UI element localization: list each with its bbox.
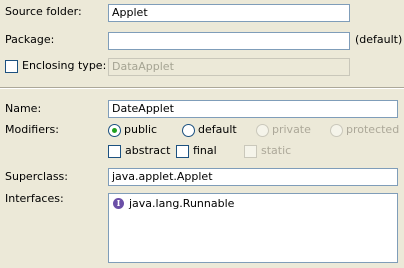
modifiers-label: Modifiers: xyxy=(5,123,59,136)
enclosing-type-input[interactable]: DataApplet xyxy=(108,58,350,76)
interface-name: java.lang.Runnable xyxy=(129,197,235,210)
final-checkbox[interactable] xyxy=(176,145,189,158)
package-default-text: (default) xyxy=(355,33,403,46)
public-label: public xyxy=(124,123,158,136)
abstract-checkbox[interactable] xyxy=(108,145,121,158)
protected-label: protected xyxy=(346,123,400,136)
interfaces-list[interactable]: I java.lang.Runnable xyxy=(108,193,398,263)
interfaces-label: Interfaces: xyxy=(5,192,64,205)
abstract-label: abstract xyxy=(125,144,171,157)
static-checkbox[interactable] xyxy=(244,145,257,158)
default-label: default xyxy=(198,123,237,136)
private-radio[interactable] xyxy=(256,124,269,137)
name-input[interactable]: DateApplet xyxy=(108,100,398,118)
list-item[interactable]: I java.lang.Runnable xyxy=(111,196,395,212)
package-label: Package: xyxy=(5,33,55,46)
final-label: final xyxy=(193,144,217,157)
private-label: private xyxy=(272,123,311,136)
static-label: static xyxy=(261,144,292,157)
radio-selected-dot xyxy=(112,128,117,133)
source-folder-label: Source folder: xyxy=(5,5,82,18)
interface-icon: I xyxy=(113,198,124,209)
source-folder-input[interactable]: Applet xyxy=(108,4,350,22)
name-label: Name: xyxy=(5,102,42,115)
protected-radio[interactable] xyxy=(330,124,343,137)
default-radio[interactable] xyxy=(182,124,195,137)
enclosing-type-checkbox[interactable] xyxy=(5,60,18,73)
public-radio[interactable] xyxy=(108,124,121,137)
section-separator-highlight xyxy=(0,88,404,89)
superclass-input[interactable]: java.applet.Applet xyxy=(108,168,398,186)
package-input[interactable] xyxy=(108,32,350,50)
enclosing-type-label: Enclosing type: xyxy=(22,59,107,72)
superclass-label: Superclass: xyxy=(5,170,68,183)
